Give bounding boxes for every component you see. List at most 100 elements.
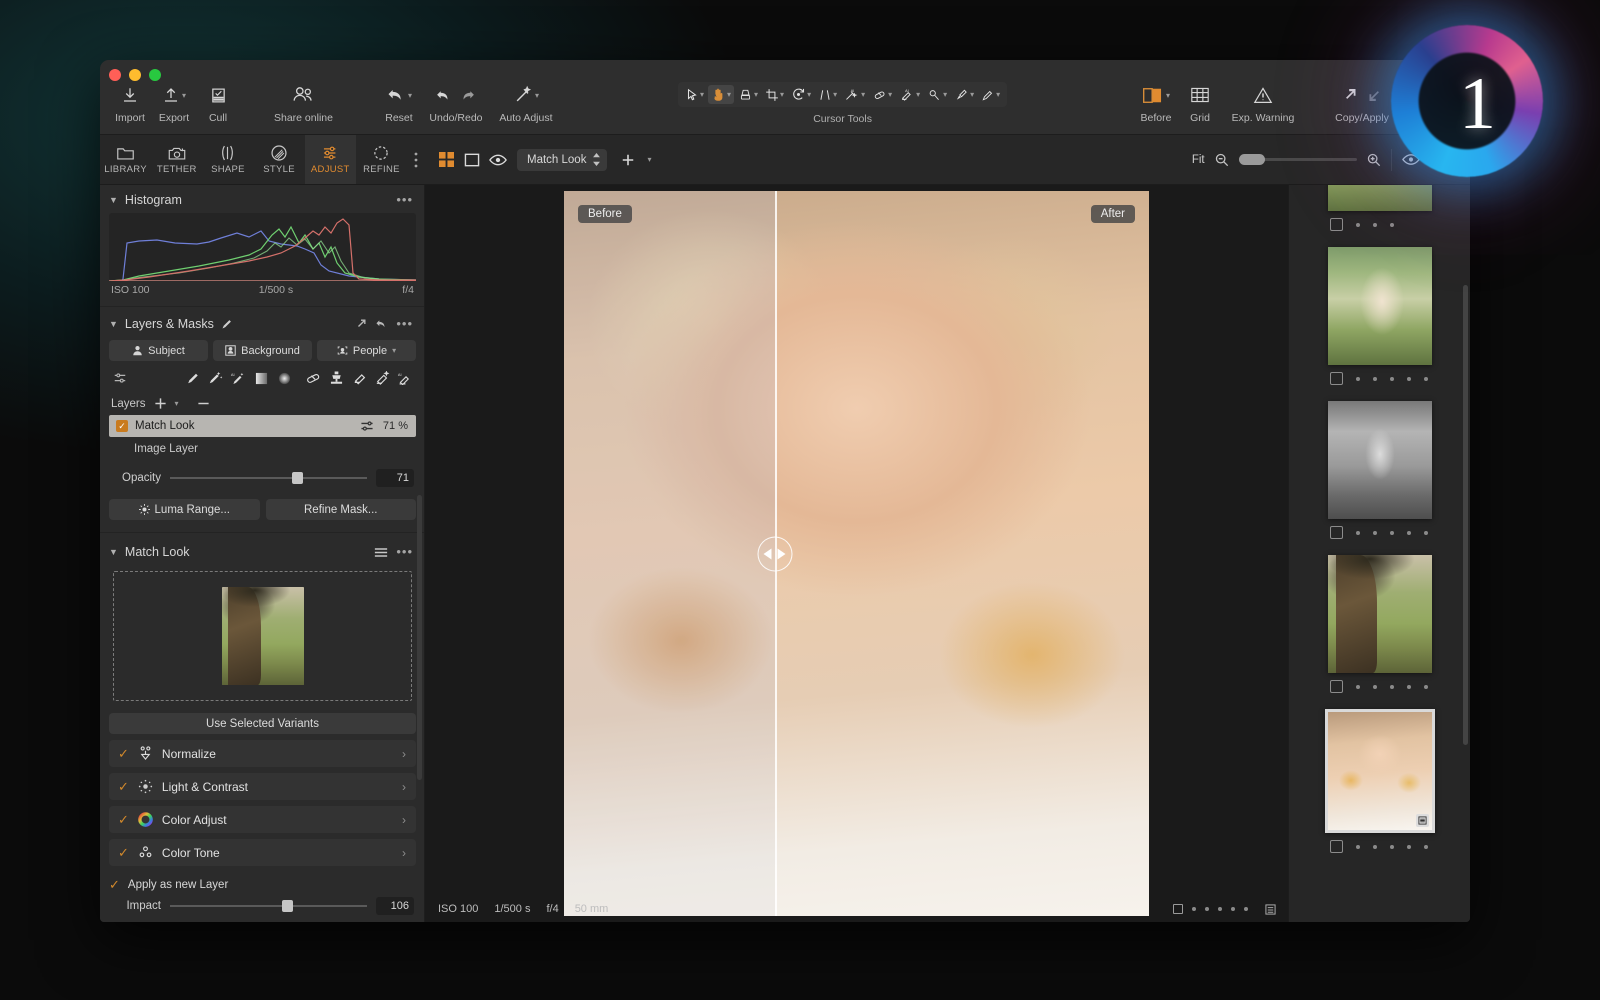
opacity-slider[interactable] [170, 477, 367, 479]
histogram-actions[interactable]: ••• [396, 196, 413, 204]
opacity-slider-knob[interactable] [292, 472, 303, 484]
histogram-menu-icon[interactable]: ••• [396, 196, 413, 204]
ai-erase-tool[interactable]: AI ▾ [896, 85, 923, 104]
filmstrip-checkbox[interactable] [1330, 840, 1343, 853]
rating-dot[interactable] [1231, 907, 1235, 911]
rating-dot[interactable] [1356, 845, 1360, 849]
rating-dot[interactable] [1356, 531, 1360, 535]
filmstrip-checkbox[interactable] [1330, 372, 1343, 385]
rating-dot[interactable] [1218, 907, 1222, 911]
rating-dot[interactable] [1424, 845, 1428, 849]
viewer-select-checkbox[interactable] [1173, 904, 1183, 914]
image-viewer[interactable]: Before After ISO 100 1/500 s f/4 50 mm [425, 185, 1288, 922]
rating-dot[interactable] [1390, 223, 1394, 227]
close-button[interactable] [109, 69, 121, 81]
clone-button[interactable] [326, 369, 347, 387]
impact-value[interactable]: 106 [376, 897, 414, 915]
auto-adjust-button[interactable]: ▾ Auto Adjust [491, 82, 561, 124]
chevron-right-icon[interactable]: › [402, 780, 406, 794]
heal-button[interactable] [303, 369, 324, 387]
draw-mask-tool[interactable]: ▾ [978, 86, 1003, 104]
filmstrip-checkbox[interactable] [1330, 680, 1343, 693]
rating-dot[interactable] [1373, 377, 1377, 381]
rating-dot[interactable] [1424, 531, 1428, 535]
filmstrip-item-3[interactable] [1289, 555, 1470, 693]
magic-eraser-button[interactable] [372, 369, 393, 387]
mask-pill-subject[interactable]: Subject [109, 340, 208, 361]
collapse-chevron-icon[interactable]: ▼ [109, 195, 118, 205]
histogram-header[interactable]: ▼ Histogram ••• [100, 185, 425, 213]
rating-dot[interactable] [1192, 907, 1196, 911]
impact-slider[interactable] [170, 905, 367, 907]
color-tone-checkmark-icon[interactable]: ✓ [118, 846, 129, 859]
rating-dot[interactable] [1373, 531, 1377, 535]
look-selector[interactable]: Match Look [517, 149, 607, 171]
tab-shape[interactable]: SHAPE [202, 135, 253, 184]
radial-gradient-mask-button[interactable] [274, 369, 295, 387]
panel-scroll-area[interactable]: ▼ Histogram ••• ISO 100 1/ [100, 185, 425, 922]
filmstrip-checkbox[interactable] [1330, 218, 1343, 231]
dodge-tool[interactable]: ▾ [924, 86, 950, 104]
ai-brush-button[interactable]: AI [228, 369, 249, 387]
chevron-down-icon[interactable]: ▾ [175, 399, 179, 408]
chevron-right-icon[interactable]: › [402, 747, 406, 761]
proof-view-button[interactable] [487, 150, 509, 170]
pan-hand-tool[interactable]: ▾ [708, 85, 734, 104]
rating-dot[interactable] [1424, 377, 1428, 381]
option-row-normalize[interactable]: ✓ Normalize › [109, 740, 416, 767]
reset-arrow-icon[interactable] [375, 318, 388, 330]
option-row-color-tone[interactable]: ✓ Color Tone › [109, 839, 416, 866]
rating-dot[interactable] [1356, 223, 1360, 227]
filmstrip-item-2[interactable] [1289, 401, 1470, 539]
grid-view-button[interactable] [435, 150, 457, 170]
brush-mask-button[interactable] [182, 369, 203, 387]
keystone-tool[interactable]: ▾ [815, 86, 840, 104]
opacity-value[interactable]: 71 [376, 469, 414, 487]
rating-dot[interactable] [1407, 685, 1411, 689]
rating-dot[interactable] [1390, 531, 1394, 535]
filmstrip-thumbnail-3[interactable] [1328, 555, 1432, 673]
apply-as-new-layer-row[interactable]: ✓ Apply as new Layer [100, 866, 425, 893]
brush-icon[interactable] [221, 318, 233, 330]
photo-compare-container[interactable]: Before After [564, 191, 1149, 916]
tool-tabs-overflow-button[interactable] [407, 135, 425, 184]
rating-dot[interactable] [1407, 377, 1411, 381]
metadata-icon[interactable] [1265, 904, 1276, 915]
linear-gradient-mask-button[interactable] [251, 369, 272, 387]
filmstrip-rating[interactable] [1356, 845, 1428, 849]
tab-library[interactable]: LIBRARY [100, 135, 151, 184]
rating-dot[interactable] [1407, 531, 1411, 535]
mask-pill-people[interactable]: People ▾ [317, 340, 416, 361]
before-after-button[interactable]: ▾ Before [1134, 82, 1178, 124]
use-selected-variants-button[interactable]: Use Selected Variants [109, 713, 416, 734]
reset-button[interactable]: ▾ Reset [377, 82, 421, 124]
impact-slider-knob[interactable] [282, 900, 293, 912]
filmstrip-thumbnail-4[interactable] [1325, 709, 1435, 833]
rating-dot[interactable] [1373, 685, 1377, 689]
magic-brush-button[interactable] [205, 369, 226, 387]
filmstrip-thumbnail-0[interactable] [1328, 185, 1432, 211]
copy-apply-button[interactable]: Copy/Apply [1322, 82, 1402, 124]
export-button[interactable]: ▾ Export [152, 82, 196, 124]
filmstrip-item-4[interactable] [1289, 709, 1470, 853]
expand-arrow-icon[interactable] [355, 318, 367, 330]
filmstrip-scrollbar[interactable] [1463, 285, 1468, 745]
add-look-button[interactable] [617, 150, 639, 170]
rating-dot[interactable] [1205, 907, 1209, 911]
rating-dot[interactable] [1424, 685, 1428, 689]
layer-row-match-look[interactable]: ✓ Match Look 71 % [109, 415, 416, 437]
ai-eraser-button[interactable]: AI [395, 369, 416, 387]
option-row-light-contrast[interactable]: ✓ Light & Contrast › [109, 773, 416, 800]
rating-dot[interactable] [1373, 223, 1377, 227]
light-contrast-checkmark-icon[interactable]: ✓ [118, 780, 129, 793]
tab-adjust[interactable]: ADJUST [305, 135, 356, 184]
reference-image-thumbnail[interactable] [222, 587, 304, 685]
grid-button[interactable]: Grid [1178, 82, 1222, 124]
tab-refine[interactable]: REFINE [356, 135, 407, 184]
option-row-color-adjust[interactable]: ✓ Color Adjust › [109, 806, 416, 833]
crop-tool[interactable]: ▾ [762, 86, 787, 104]
filmstrip-thumbnail-2[interactable] [1328, 401, 1432, 519]
compare-split-handle[interactable] [757, 536, 792, 571]
luma-range-button[interactable]: Luma Range... [109, 499, 260, 520]
filmstrip-browser[interactable] [1288, 185, 1470, 922]
